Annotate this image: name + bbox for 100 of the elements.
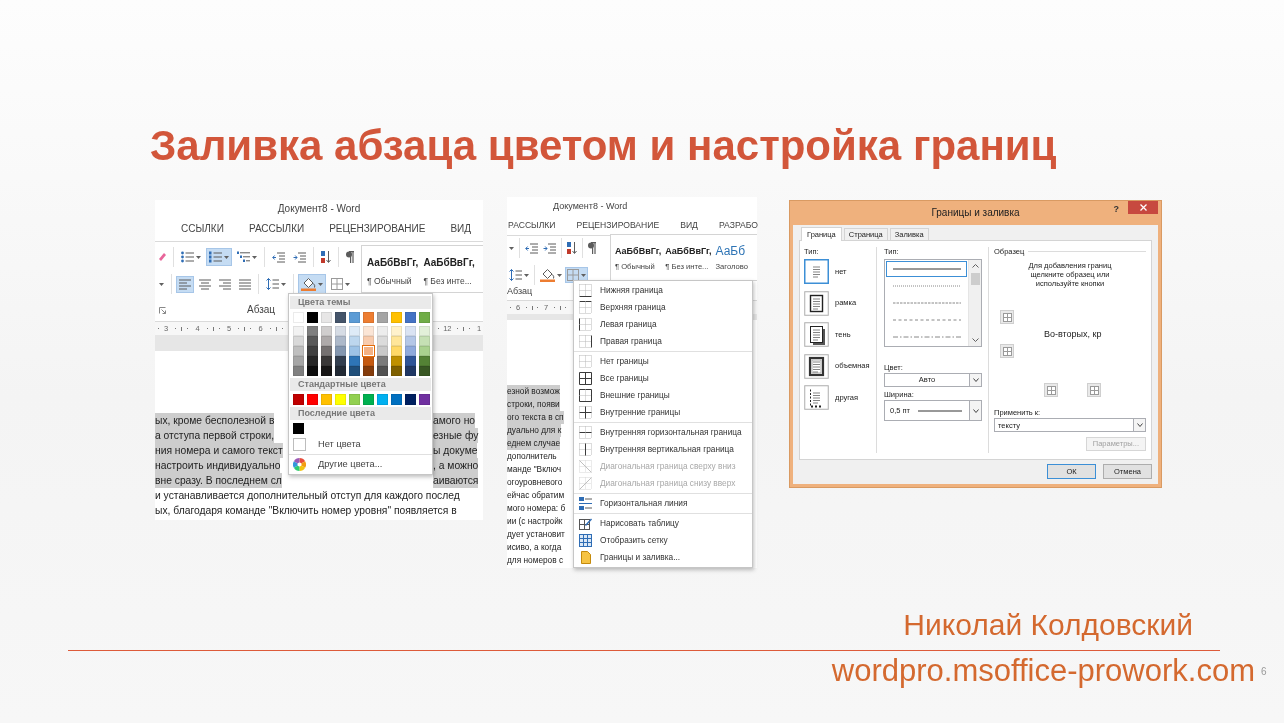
color-swatch[interactable] [419,394,430,405]
color-swatch[interactable] [321,346,332,356]
color-swatch[interactable] [307,346,318,356]
color-swatch[interactable] [377,346,388,356]
dialog-launcher-icon[interactable] [159,306,166,314]
menu-item[interactable]: Другие цвета... [289,456,432,473]
ribbon-button[interactable] [565,267,588,283]
ribbon-button[interactable] [176,275,194,293]
menu-item[interactable]: Нарисовать таблицу [574,515,752,532]
menu-item[interactable]: Все границы [574,370,752,387]
ribbon-button[interactable] [507,244,516,252]
color-swatch[interactable] [363,336,374,346]
color-swatch[interactable] [391,394,402,405]
color-swatch[interactable] [377,326,388,336]
scrollbar-thumb[interactable] [970,273,980,285]
color-swatch[interactable] [307,366,318,376]
color-swatch[interactable] [405,366,416,376]
line-style-option[interactable] [886,261,967,277]
color-swatch[interactable] [321,394,332,405]
color-swatch[interactable] [377,336,388,346]
color-swatch[interactable] [321,326,332,336]
color-swatch[interactable] [293,346,304,356]
menu-item[interactable]: Внешние границы [574,387,752,404]
color-swatch[interactable] [349,346,360,356]
menu-item[interactable]: Горизонтальная линия [574,495,752,512]
ribbon-button[interactable] [586,240,598,256]
color-swatch[interactable] [391,326,402,336]
style-gallery-item[interactable]: АаБбВвГг, ¶ Обычный [364,246,421,292]
color-swatch[interactable] [335,356,346,366]
color-swatch[interactable] [391,366,402,376]
ribbon-button[interactable] [328,275,353,293]
menu-item[interactable]: Границы и заливка... [574,549,752,566]
color-swatch[interactable] [307,312,318,323]
color-swatch[interactable] [405,326,416,336]
color-swatch[interactable] [419,366,430,376]
color-swatch[interactable] [307,394,318,405]
color-swatch[interactable] [293,356,304,366]
ribbon-button[interactable] [538,266,564,284]
color-swatch[interactable] [419,312,430,323]
color-swatch[interactable] [349,326,360,336]
color-swatch[interactable] [391,336,402,346]
menu-item[interactable]: Внутренняя горизонтальная граница [574,424,752,441]
menu-item[interactable]: Верхняя граница [574,299,752,316]
color-swatch[interactable] [293,423,304,434]
ribbon-button[interactable] [507,267,531,283]
ribbon-tab[interactable]: РЕЦЕНЗИРОВАНИЕ [328,223,427,235]
color-swatch[interactable] [405,346,416,356]
color-swatch[interactable] [419,356,430,366]
color-swatch[interactable] [349,366,360,376]
menu-item[interactable]: Нижняя граница [574,282,752,299]
color-swatch[interactable] [405,312,416,323]
color-swatch[interactable] [363,312,374,323]
color-swatch[interactable] [335,312,346,323]
color-swatch[interactable] [321,336,332,346]
color-swatch[interactable] [293,366,304,376]
ribbon-button[interactable] [206,248,232,266]
color-swatch[interactable] [321,312,332,323]
ribbon-tab[interactable]: ССЫЛКИ [180,223,225,235]
ribbon-button[interactable] [263,275,289,293]
ribbon-button[interactable] [565,240,579,256]
color-swatch[interactable] [307,326,318,336]
color-swatch[interactable] [335,394,346,405]
color-swatch[interactable] [293,394,304,405]
color-swatch[interactable] [377,312,388,323]
color-swatch[interactable] [321,366,332,376]
color-swatch[interactable] [349,356,360,366]
color-swatch[interactable] [377,356,388,366]
color-swatch[interactable] [405,356,416,366]
color-swatch[interactable] [391,356,402,366]
ribbon-tab[interactable]: РАССЫЛКИ [247,223,306,235]
ribbon-tab[interactable]: ВИД [679,218,699,231]
ribbon-button[interactable] [343,248,357,266]
color-swatch[interactable] [307,356,318,366]
color-swatch[interactable] [363,356,374,366]
color-swatch[interactable] [349,312,360,323]
help-button[interactable]: ? [1112,204,1120,214]
ribbon-tab[interactable]: РАЗРАБО [717,218,760,231]
color-swatch[interactable] [405,394,416,405]
ribbon-tab[interactable]: РАССЫЛКИ [507,218,557,231]
color-swatch[interactable] [349,336,360,346]
color-swatch[interactable] [335,326,346,336]
menu-item[interactable]: Внутренняя вертикальная граница [574,441,752,458]
color-swatch[interactable] [377,366,388,376]
scrollbar[interactable] [968,260,981,346]
color-swatch[interactable] [335,366,346,376]
color-swatch[interactable] [335,336,346,346]
color-swatch[interactable] [363,346,374,356]
style-gallery-item[interactable]: АаБбВвГг, ¶ Без инте... [420,246,477,292]
color-swatch[interactable] [419,336,430,346]
menu-item[interactable]: Внутренние границы [574,404,752,421]
border-button[interactable] [1000,310,1014,325]
color-swatch[interactable] [405,336,416,346]
ribbon-tab[interactable]: ВИД [449,223,472,235]
menu-item[interactable]: Нет границы [574,353,752,370]
color-swatch[interactable] [391,346,402,356]
ribbon-tab[interactable]: РЕЦЕНЗИРОВАНИЕ [575,218,661,231]
color-swatch[interactable] [419,346,430,356]
color-swatch[interactable] [419,326,430,336]
color-swatch[interactable] [363,326,374,336]
color-swatch[interactable] [363,366,374,376]
